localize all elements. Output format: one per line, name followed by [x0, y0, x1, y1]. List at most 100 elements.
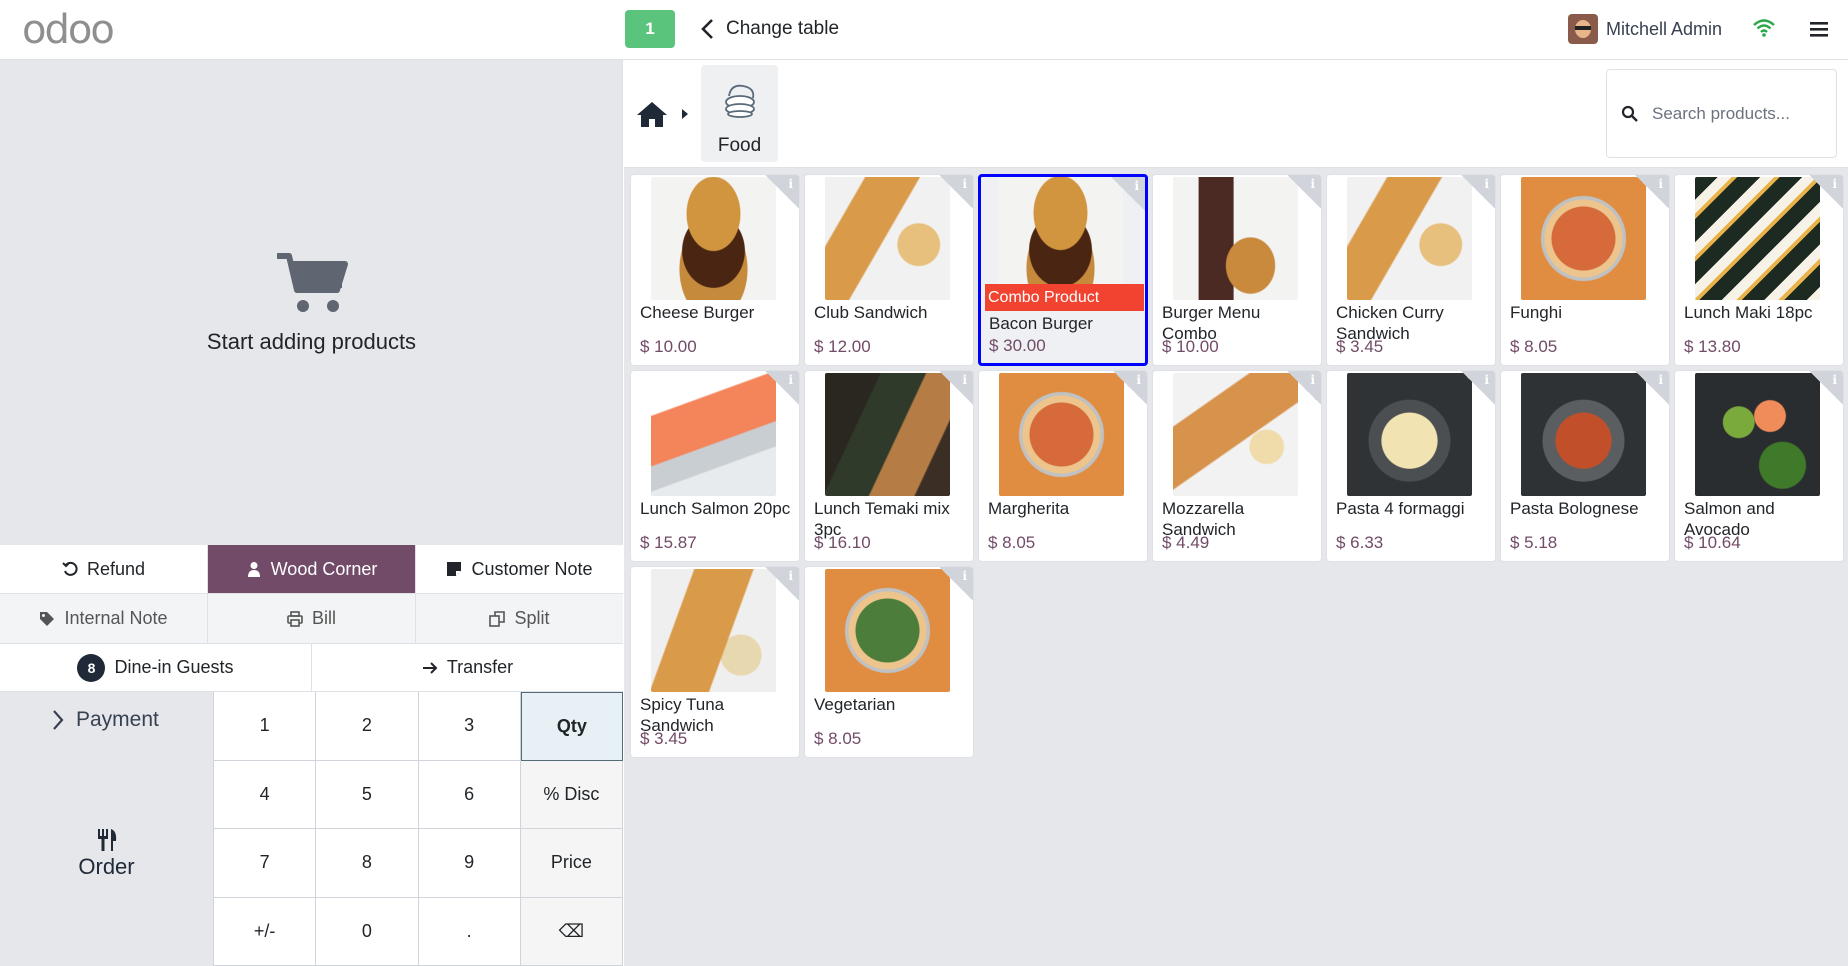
product-card[interactable]: i Vegetarian $ 8.05 [804, 566, 974, 758]
product-card[interactable]: i Margherita $ 8.05 [978, 370, 1148, 562]
product-price: $ 10.64 [1684, 533, 1741, 552]
numpad-key[interactable]: 1 [214, 692, 317, 761]
product-image [998, 177, 1123, 299]
product-price: $ 15.87 [640, 533, 697, 552]
info-icon[interactable]: i [765, 371, 799, 405]
product-card[interactable]: i Pasta 4 formaggi $ 6.33 [1326, 370, 1496, 562]
product-image [825, 569, 950, 692]
product-image [1695, 177, 1820, 300]
product-image [651, 569, 776, 692]
customer-note-button[interactable]: Customer Note [416, 545, 623, 594]
info-icon[interactable]: i [765, 175, 799, 209]
product-card[interactable]: i Lunch Maki 18pc $ 13.80 [1674, 174, 1844, 366]
numpad-key[interactable]: 5 [316, 760, 419, 829]
product-card[interactable]: i Pasta Bolognese $ 5.18 [1500, 370, 1670, 562]
product-card[interactable]: i Burger Menu Combo $ 10.00 [1152, 174, 1322, 366]
product-price: $ 12.00 [814, 337, 871, 356]
user-menu[interactable]: Mitchell Admin [1568, 10, 1722, 48]
info-icon[interactable]: i [1635, 371, 1669, 405]
product-card[interactable]: i Chicken Curry Sandwich $ 3.45 [1326, 174, 1496, 366]
food-category-icon [724, 84, 755, 118]
product-name: Pasta 4 formaggi [1336, 499, 1465, 518]
change-table-button[interactable]: Change table [700, 10, 839, 48]
numpad-key[interactable]: % Disc [520, 760, 623, 829]
info-icon[interactable]: i [1809, 371, 1843, 405]
info-icon[interactable]: i [1287, 175, 1321, 209]
info-icon[interactable]: i [939, 175, 973, 209]
info-icon[interactable]: i [765, 567, 799, 601]
product-price: $ 10.00 [1162, 337, 1219, 356]
printer-icon [287, 610, 303, 627]
numpad-key[interactable]: 2 [316, 692, 419, 761]
arrow-right-icon [422, 661, 438, 674]
payment-button[interactable]: Payment [52, 708, 159, 732]
chevron-left-icon [701, 19, 713, 39]
guests-button[interactable]: 8 Dine-in Guests [0, 644, 312, 692]
change-table-label: Change table [726, 18, 840, 39]
numpad-key[interactable]: 8 [316, 829, 419, 898]
split-button[interactable]: Split [416, 594, 623, 644]
split-label: Split [514, 608, 550, 628]
numpad-key[interactable]: 6 [418, 760, 521, 829]
table-name-button[interactable]: Wood Corner [208, 545, 416, 594]
user-name: Mitchell Admin [1606, 18, 1723, 39]
numpad-key[interactable]: +/- [214, 897, 317, 966]
numpad-key[interactable]: Qty [520, 692, 623, 761]
product-image [825, 177, 950, 300]
info-icon[interactable]: i [1461, 371, 1495, 405]
internal-note-button[interactable]: Internal Note [0, 594, 208, 644]
table-number-badge[interactable]: 1 [625, 10, 675, 48]
product-image [1347, 177, 1472, 300]
product-card[interactable]: i Spicy Tuna Sandwich $ 3.45 [630, 566, 800, 758]
info-icon[interactable]: i [1111, 177, 1145, 211]
backspace-key[interactable]: ⌫ [520, 897, 623, 966]
refund-button[interactable]: Refund [0, 545, 208, 594]
product-name: Lunch Salmon 20pc [640, 499, 791, 518]
control-row-3: 8 Dine-in Guests Transfer [0, 644, 623, 692]
product-name: Margherita [988, 499, 1070, 518]
numpad-key[interactable]: Price [520, 829, 623, 898]
refund-icon [62, 561, 78, 576]
tag-icon [40, 611, 55, 626]
search-input[interactable] [1652, 103, 1822, 124]
product-card[interactable]: i Combo Product Bacon Burger $ 30.00 [978, 174, 1148, 366]
product-card[interactable]: i Mozzarella Sandwich $ 4.49 [1152, 370, 1322, 562]
info-icon[interactable]: i [1635, 175, 1669, 209]
category-food[interactable]: Food [701, 65, 778, 162]
customer-note-label: Customer Note [471, 558, 593, 579]
numpad-key[interactable]: 3 [418, 692, 521, 761]
hamburger-menu-icon[interactable] [1808, 18, 1830, 40]
numpad-key[interactable]: . [418, 897, 521, 966]
order-button[interactable]: Order [0, 828, 213, 880]
control-row-2: Internal Note Bill Split [0, 594, 623, 644]
numpad-key[interactable]: 4 [214, 760, 317, 829]
product-card[interactable]: i Salmon and Avocado $ 10.64 [1674, 370, 1844, 562]
product-card[interactable]: i Club Sandwich $ 12.00 [804, 174, 974, 366]
product-card[interactable]: i Funghi $ 8.05 [1500, 174, 1670, 366]
info-icon[interactable]: i [939, 567, 973, 601]
home-icon[interactable] [636, 100, 668, 128]
search-icon [1621, 105, 1638, 122]
numpad-key[interactable]: 9 [418, 829, 521, 898]
product-price: $ 30.00 [989, 336, 1046, 355]
wifi-icon[interactable] [1752, 16, 1776, 40]
transfer-button[interactable]: Transfer [312, 644, 623, 692]
control-row-1: Refund Wood Corner Customer Note [0, 545, 623, 594]
guests-count-badge: 8 [77, 653, 106, 682]
info-icon[interactable]: i [1113, 371, 1147, 405]
product-card[interactable]: i Lunch Salmon 20pc $ 15.87 [630, 370, 800, 562]
product-name: Funghi [1510, 303, 1562, 322]
order-label: Order [78, 854, 135, 879]
search-box[interactable] [1606, 69, 1837, 158]
numpad-key[interactable]: 0 [316, 897, 419, 966]
odoo-logo: odoo [22, 7, 115, 53]
info-icon[interactable]: i [939, 371, 973, 405]
info-icon[interactable]: i [1809, 175, 1843, 209]
product-card[interactable]: i Lunch Temaki mix 3pc $ 16.10 [804, 370, 974, 562]
bill-button[interactable]: Bill [208, 594, 416, 644]
product-price: $ 13.80 [1684, 337, 1741, 356]
numpad-key[interactable]: 7 [214, 829, 317, 898]
info-icon[interactable]: i [1461, 175, 1495, 209]
product-card[interactable]: i Cheese Burger $ 10.00 [630, 174, 800, 366]
info-icon[interactable]: i [1287, 371, 1321, 405]
